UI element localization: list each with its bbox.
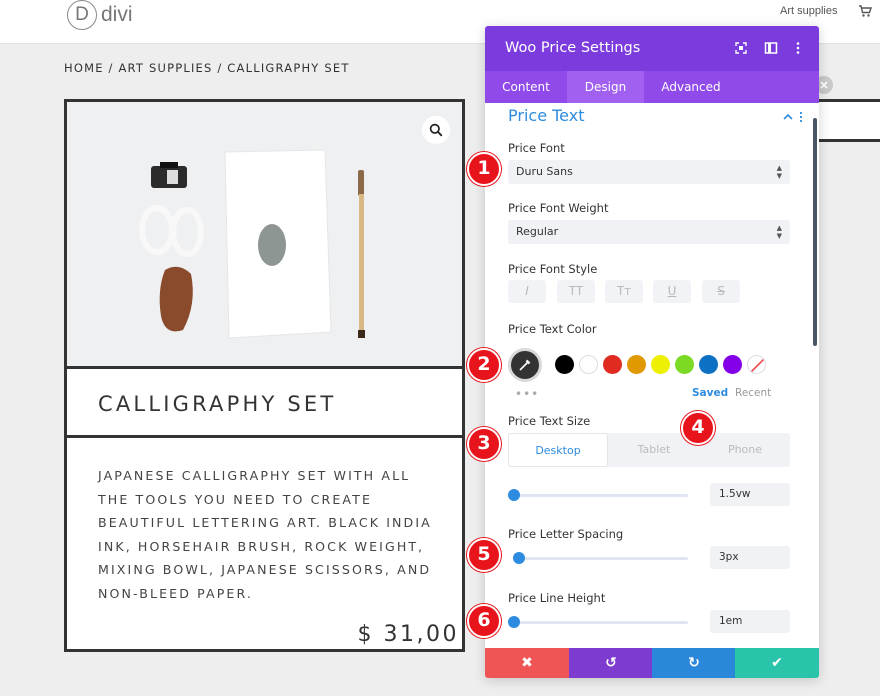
price-font-select[interactable]: Duru Sans ▲ ▼ xyxy=(508,160,790,184)
price-text-color-label: Price Text Color xyxy=(508,322,597,336)
close-icon: ✖ xyxy=(521,655,533,671)
panel-tabs: Content Design Advanced xyxy=(485,71,819,103)
page: D divi Art supplies HOME / ART SUPPLIES … xyxy=(0,0,880,696)
section-title[interactable]: Price Text xyxy=(508,106,584,125)
undo-button[interactable]: ↺ xyxy=(569,648,653,678)
annotation-badge-5: 5 xyxy=(467,538,501,572)
slider-handle[interactable] xyxy=(508,489,520,501)
price-font-weight-value: Regular xyxy=(516,225,559,238)
more-colors-button[interactable]: ••• xyxy=(515,387,539,401)
annotation-badge-1: 1 xyxy=(467,152,501,186)
checkmark-icon: ✔ xyxy=(771,655,783,671)
tab-advanced[interactable]: Advanced xyxy=(644,71,738,103)
capitalize-button[interactable]: Tт xyxy=(605,280,643,303)
magnifier-icon xyxy=(429,123,443,137)
recent-colors-tab[interactable]: Recent xyxy=(735,387,771,399)
swatch-black[interactable] xyxy=(555,355,574,374)
redo-button[interactable]: ↻ xyxy=(652,648,736,678)
price-text-size-label: Price Text Size xyxy=(508,414,591,428)
annotation-badge-4: 4 xyxy=(681,411,715,445)
panel-scrollbar[interactable] xyxy=(813,118,817,346)
price-line-height-label: Price Line Height xyxy=(508,591,606,605)
section-controls xyxy=(783,111,803,123)
tab-design[interactable]: Design xyxy=(567,71,644,103)
swatch-purple[interactable] xyxy=(723,355,742,374)
price-font-weight-select[interactable]: Regular ▲ ▼ xyxy=(508,220,790,244)
split-view-icon[interactable] xyxy=(764,41,778,55)
eyedropper-icon xyxy=(519,359,531,371)
section-more-icon[interactable] xyxy=(799,111,803,123)
select-arrows-icon: ▲ ▼ xyxy=(776,224,782,240)
device-tab-desktop[interactable]: Desktop xyxy=(508,433,608,467)
price-letter-spacing-slider[interactable] xyxy=(513,552,688,564)
close-icon xyxy=(820,81,828,89)
annotation-badge-6: 6 xyxy=(467,604,501,638)
strikethrough-button[interactable]: S xyxy=(702,280,740,303)
device-tab-phone[interactable]: Phone xyxy=(700,433,790,467)
product-title-box: CALLIGRAPHY SET xyxy=(67,372,462,438)
swatch-green[interactable] xyxy=(675,355,694,374)
annotation-badge-2: 2 xyxy=(467,348,501,382)
device-tabs: Desktop Tablet Phone xyxy=(508,433,790,467)
slider-handle[interactable] xyxy=(513,552,526,564)
price-letter-spacing-label: Price Letter Spacing xyxy=(508,527,624,541)
price-text-size-slider[interactable] xyxy=(508,489,688,501)
expand-icon[interactable] xyxy=(734,41,748,55)
redo-icon: ↻ xyxy=(688,655,700,671)
price-font-weight-label: Price Font Weight xyxy=(508,201,609,215)
swatch-none[interactable] xyxy=(747,355,766,374)
price-font-value: Duru Sans xyxy=(516,165,573,178)
logo-text: divi xyxy=(101,3,133,26)
undo-icon: ↺ xyxy=(605,655,617,671)
select-arrows-icon: ▲ ▼ xyxy=(776,164,782,180)
swatch-white[interactable] xyxy=(579,355,598,374)
slider-handle[interactable] xyxy=(508,616,520,628)
no-color-icon xyxy=(750,358,765,373)
panel-title: Woo Price Settings xyxy=(505,40,641,56)
nav-link-art-supplies[interactable]: Art supplies xyxy=(780,5,837,17)
price-font-style-label: Price Font Style xyxy=(508,262,598,276)
product-photo xyxy=(139,149,365,339)
save-button[interactable]: ✔ xyxy=(735,648,819,678)
saved-colors-tab[interactable]: Saved xyxy=(692,387,728,399)
swatch-orange[interactable] xyxy=(627,355,646,374)
price-font-label: Price Font xyxy=(508,141,565,155)
cart-icon[interactable] xyxy=(858,4,872,18)
annotation-badge-3: 3 xyxy=(467,427,501,461)
uppercase-button[interactable]: TT xyxy=(557,280,595,303)
swatch-yellow[interactable] xyxy=(651,355,670,374)
price-letter-spacing-input[interactable]: 3px xyxy=(710,546,790,569)
price-text-size-input[interactable]: 1.5vw xyxy=(710,483,790,506)
price-line-height-slider[interactable] xyxy=(508,616,688,628)
collapse-icon[interactable] xyxy=(783,113,793,120)
swatch-red[interactable] xyxy=(603,355,622,374)
color-picker-button[interactable] xyxy=(508,348,542,382)
product-image[interactable] xyxy=(67,102,462,369)
site-logo[interactable]: D divi xyxy=(67,0,133,30)
logo-mark: D xyxy=(67,0,97,30)
breadcrumb: HOME / ART SUPPLIES / CALLIGRAPHY SET xyxy=(64,61,350,75)
panel-footer: ✖ ↺ ↻ ✔ xyxy=(485,648,819,678)
product-title: CALLIGRAPHY SET xyxy=(98,392,337,416)
underline-button[interactable]: U xyxy=(653,280,691,303)
swatch-blue[interactable] xyxy=(699,355,718,374)
product-price: $ 31,00 xyxy=(357,622,459,647)
product-card: CALLIGRAPHY SET JAPANESE CALLIGRAPHY SET… xyxy=(64,99,465,652)
more-options-icon[interactable] xyxy=(791,41,805,55)
discard-button[interactable]: ✖ xyxy=(485,648,569,678)
product-description: JAPANESE CALLIGRAPHY SET WITH ALL THE TO… xyxy=(98,468,432,601)
zoom-button[interactable] xyxy=(422,116,450,144)
tab-content[interactable]: Content xyxy=(485,71,567,103)
adjacent-module xyxy=(817,99,880,142)
settings-panel: Woo Price Settings Content Design Advanc… xyxy=(485,26,819,678)
panel-header: Woo Price Settings xyxy=(485,26,819,71)
italic-button[interactable]: I xyxy=(508,280,546,303)
price-line-height-input[interactable]: 1em xyxy=(710,610,790,633)
